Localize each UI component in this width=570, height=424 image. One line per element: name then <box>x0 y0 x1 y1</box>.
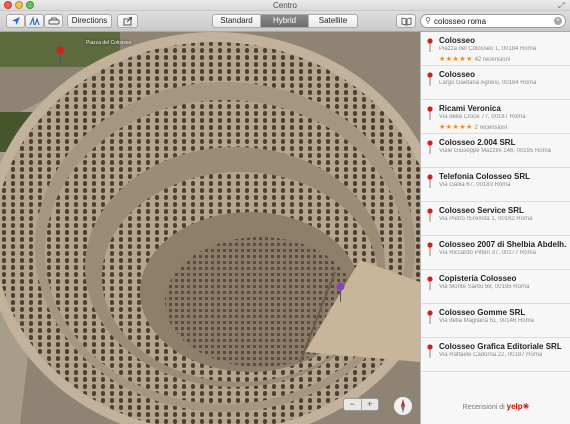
result-address: Via della Magliana 61, 00146 Roma <box>439 318 534 324</box>
list-item[interactable]: Colosseo Largo Gaetana Agnesi, 00184 Rom… <box>421 66 570 100</box>
satellite-imagery <box>0 32 420 424</box>
result-name: Colosseo Grafica Editoriale SRL <box>439 342 562 351</box>
car-icon <box>48 17 59 25</box>
zoom-in-button[interactable]: + <box>362 399 379 410</box>
search-input[interactable] <box>434 16 549 27</box>
list-item[interactable]: Colosseo Gomme SRL Via della Magliana 61… <box>421 304 570 338</box>
compass-icon[interactable] <box>393 396 413 416</box>
result-address: Via Monte Santo 68, 00195 Roma <box>439 284 530 290</box>
share-icon <box>123 17 132 26</box>
result-name: Colosseo Service SRL <box>439 206 524 215</box>
3d-view-button[interactable] <box>25 14 44 28</box>
window-title: Centro <box>272 1 297 10</box>
list-item[interactable]: Colosseo Service SRL Via Pietro l'Eremit… <box>421 202 570 236</box>
result-name: Colosseo Gomme SRL <box>439 308 526 317</box>
result-rating: ★★★★★ 42 recensioni <box>439 55 510 63</box>
review-count: 42 recensioni <box>474 57 511 63</box>
result-address: Viale Giuseppe Mazzini 146, 00195 Roma <box>439 148 551 154</box>
result-address: Piazza del Colosseo 1, 00184 Roma <box>439 46 537 52</box>
result-name: Telefonia Colosseo SRL <box>439 172 530 181</box>
title-bar: Centro ⤢ <box>0 0 570 11</box>
traffic-button[interactable] <box>44 14 63 28</box>
bookmarks-button[interactable] <box>396 14 416 28</box>
yelp-attribution[interactable]: Recensioni di yelp✳ <box>421 402 570 411</box>
result-address: Largo Gaetana Agnesi, 00184 Roma <box>439 80 537 86</box>
tab-hybrid[interactable]: Hybrid <box>261 15 309 27</box>
fullscreen-icon[interactable]: ⤢ <box>557 1 566 10</box>
result-name: Colosseo 2007 di Shelbia Abdelh... <box>439 240 567 249</box>
result-pin-icon <box>427 72 433 86</box>
list-item[interactable]: Colosseo Piazza del Colosseo 1, 00184 Ro… <box>421 32 570 66</box>
tab-satellite[interactable]: Satellite <box>309 15 357 27</box>
search-results-sidebar: Colosseo Piazza del Colosseo 1, 00184 Ro… <box>420 32 570 424</box>
result-pin-icon <box>427 174 433 188</box>
result-name: Ricami Veronica <box>439 104 501 113</box>
result-pin-icon <box>427 276 433 290</box>
reviews-by-label: Recensioni di <box>462 404 505 411</box>
list-item[interactable]: Colosseo 2.004 SRL Viale Giuseppe Mazzin… <box>421 134 570 168</box>
clear-icon[interactable]: × <box>554 17 562 25</box>
3d-icon <box>29 15 40 26</box>
share-button[interactable] <box>117 14 138 28</box>
result-name: Colosseo <box>439 36 476 45</box>
directions-button[interactable]: Directions <box>67 14 112 28</box>
search-icon: ⚲ <box>425 16 431 25</box>
location-arrow-icon <box>11 17 20 25</box>
result-pin-icon <box>427 208 433 222</box>
result-address: Via Pietro l'Eremita 1, 00162 Roma <box>439 216 533 222</box>
result-pin-icon <box>427 310 433 324</box>
result-address: Via della Croce 77, 00187 Roma <box>439 114 526 120</box>
street-label: Piazza del Colosseo <box>86 40 132 46</box>
list-item[interactable]: Colosseo 2007 di Shelbia Abdelh... Via R… <box>421 236 570 270</box>
search-field[interactable]: ⚲ × <box>420 14 566 28</box>
book-icon <box>401 16 411 26</box>
result-name: Colosseo <box>439 70 476 79</box>
list-item[interactable]: Telefonia Colosseo SRL Via Gallia 67, 00… <box>421 168 570 202</box>
map-mode-selector: Standard Hybrid Satellite <box>212 14 358 28</box>
selected-pin-icon[interactable] <box>336 282 345 302</box>
tab-standard[interactable]: Standard <box>213 15 261 27</box>
result-pin-icon <box>427 106 433 120</box>
result-address: Via Gallia 67, 00183 Roma <box>439 182 511 188</box>
compass-needle-icon <box>401 399 405 413</box>
list-item[interactable]: Colosseo Grafica Editoriale SRL Via Raff… <box>421 338 570 372</box>
result-pin-icon <box>427 242 433 256</box>
result-pin-icon <box>427 344 433 358</box>
yelp-logo: yelp <box>506 402 523 411</box>
result-rating: ★★★★★ 2 recensioni <box>439 123 507 131</box>
result-pin-icon <box>427 140 433 154</box>
star-rating: ★★★★★ <box>439 124 473 131</box>
current-location-button[interactable] <box>6 14 25 28</box>
list-item[interactable]: Ricami Veronica Via della Croce 77, 0018… <box>421 100 570 134</box>
star-rating: ★★★★★ <box>439 56 473 63</box>
yelp-burst-icon: ✳ <box>522 402 530 411</box>
result-address: Via Riccardo Pitteri 37, 00177 Roma <box>439 250 536 256</box>
review-count: 2 recensioni <box>474 125 507 131</box>
map-pin-icon[interactable] <box>56 46 65 66</box>
result-address: Via Raffaele Cadorna 22, 00187 Roma <box>439 352 543 358</box>
map-view[interactable]: Piazza del Colosseo − + <box>0 32 420 424</box>
result-name: Copisteria Colosseo <box>439 274 517 283</box>
zoom-out-button[interactable]: − <box>344 399 362 410</box>
toolbar: Directions Standard Hybrid Satellite ⚲ × <box>0 11 570 32</box>
result-name: Colosseo 2.004 SRL <box>439 138 516 147</box>
zoom-control: − + <box>343 398 379 411</box>
result-pin-icon <box>427 38 433 52</box>
list-item[interactable]: Copisteria Colosseo Via Monte Santo 68, … <box>421 270 570 304</box>
